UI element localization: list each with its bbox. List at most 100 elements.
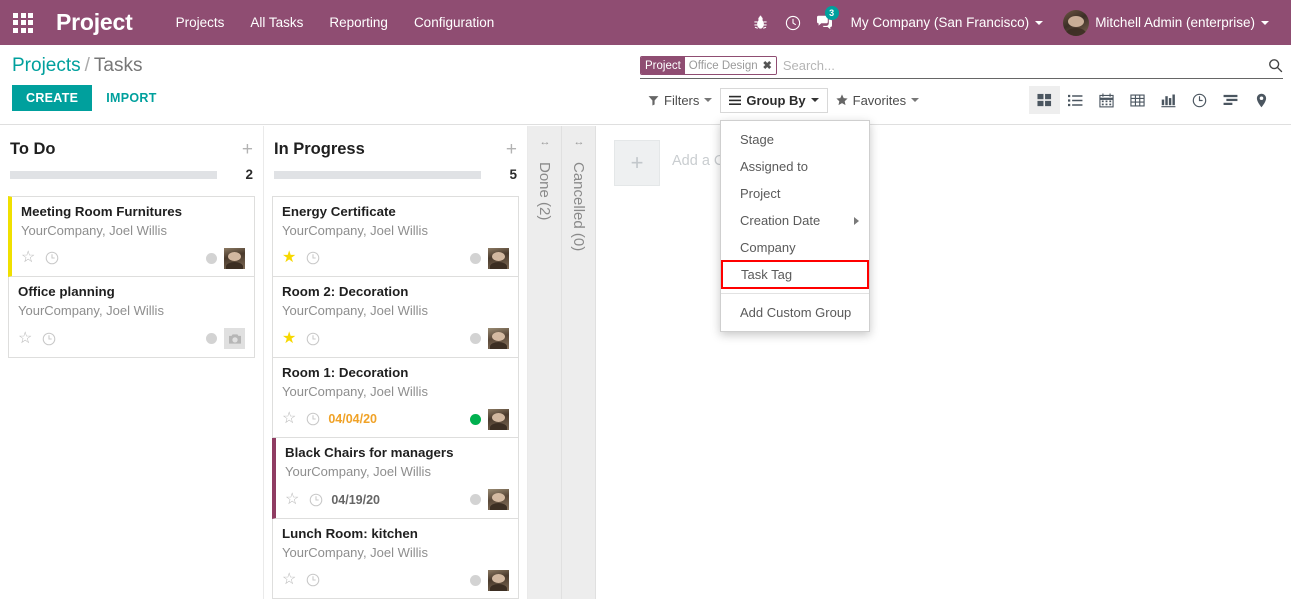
- star-icon[interactable]: ☆: [282, 411, 296, 427]
- calendar-view-button[interactable]: [1091, 86, 1122, 114]
- status-badge[interactable]: [470, 333, 481, 345]
- navbar-right-section: 3 My Company (San Francisco) Mitchell Ad…: [745, 0, 1291, 45]
- kanban-column-progress: 5: [272, 159, 519, 182]
- pivot-view-button[interactable]: [1122, 86, 1153, 114]
- status-badge[interactable]: [470, 574, 481, 586]
- app-brand-title[interactable]: Project: [56, 9, 133, 36]
- graph-view-button[interactable]: [1153, 86, 1184, 114]
- clock-icon[interactable]: [777, 0, 809, 45]
- star-icon[interactable]: ★: [282, 330, 296, 347]
- kanban-card-right: [470, 569, 509, 591]
- kanban-card-right: [470, 408, 509, 430]
- breadcrumb-current: Tasks: [93, 55, 143, 76]
- search-facet-label: Project: [641, 57, 685, 74]
- avatar[interactable]: [488, 328, 509, 350]
- progress-bar[interactable]: [274, 170, 481, 179]
- close-icon[interactable]: ✖: [763, 59, 772, 72]
- status-badge[interactable]: [206, 252, 217, 264]
- kanban-column-cancelled-collapsed[interactable]: ↔ Cancelled (0): [562, 126, 596, 599]
- avatar[interactable]: [488, 247, 509, 269]
- star-icon[interactable]: ★: [282, 250, 296, 266]
- nav-link-all-tasks[interactable]: All Tasks: [237, 0, 316, 45]
- star-icon[interactable]: ☆: [21, 250, 35, 266]
- kanban-card-subtitle: YourCompany, Joel Willis: [285, 464, 431, 480]
- apps-menu-button[interactable]: [0, 0, 46, 45]
- star-icon[interactable]: ☆: [282, 572, 296, 588]
- favorites-menu-button[interactable]: Favorites: [828, 89, 927, 112]
- bug-icon[interactable]: [745, 0, 777, 45]
- kanban-card-footer: ☆ 04/04/20: [282, 407, 509, 431]
- plus-icon[interactable]: +: [242, 140, 253, 159]
- kanban-card-footer: ☆: [21, 246, 245, 270]
- import-button[interactable]: IMPORT: [96, 85, 166, 111]
- user-menu-label: Mitchell Admin (enterprise): [1095, 15, 1255, 30]
- search-bar[interactable]: Project Office Design ✖: [640, 53, 1283, 79]
- nav-link-reporting[interactable]: Reporting: [316, 0, 401, 45]
- expand-handle-icon[interactable]: ↔: [540, 136, 551, 148]
- groupby-option-creation-date[interactable]: Creation Date: [721, 207, 869, 234]
- plus-icon[interactable]: +: [614, 140, 660, 186]
- kanban-view-button[interactable]: [1029, 86, 1060, 114]
- status-badge[interactable]: [470, 494, 481, 506]
- search-facet-value-text: Office Design: [688, 59, 758, 72]
- create-button[interactable]: CREATE: [12, 85, 93, 111]
- groupby-option-assigned-to[interactable]: Assigned to: [721, 153, 869, 180]
- groupby-option-company[interactable]: Company: [721, 234, 869, 261]
- apps-grid-icon: [13, 12, 33, 33]
- nav-link-configuration[interactable]: Configuration: [401, 0, 507, 45]
- image-placeholder-icon[interactable]: [224, 328, 245, 350]
- status-badge[interactable]: [470, 413, 481, 425]
- clock-icon[interactable]: [42, 332, 56, 346]
- clock-icon[interactable]: [309, 493, 323, 507]
- star-icon[interactable]: ☆: [18, 330, 32, 347]
- company-switcher[interactable]: My Company (San Francisco): [841, 0, 1054, 45]
- map-view-button[interactable]: [1246, 86, 1277, 114]
- star-icon[interactable]: ☆: [285, 491, 299, 508]
- avatar[interactable]: [488, 489, 509, 511]
- filters-menu-button[interactable]: Filters: [640, 89, 720, 112]
- clock-icon[interactable]: [306, 412, 320, 426]
- clock-icon[interactable]: [306, 251, 320, 265]
- activity-view-button[interactable]: [1184, 86, 1215, 114]
- groupby-option-task-tag[interactable]: Task Tag: [721, 260, 869, 289]
- kanban-card[interactable]: Energy Certificate YourCompany, Joel Wil…: [272, 196, 519, 278]
- kanban-card[interactable]: Black Chairs for managers YourCompany, J…: [272, 438, 519, 519]
- list-view-button[interactable]: [1060, 86, 1091, 114]
- search-facet-project[interactable]: Project Office Design ✖: [640, 56, 777, 75]
- search-icon[interactable]: [1262, 58, 1283, 73]
- kanban-card[interactable]: Office planning YourCompany, Joel Willis…: [8, 277, 255, 358]
- expand-handle-icon[interactable]: ↔: [574, 136, 585, 148]
- plus-icon[interactable]: +: [506, 140, 517, 159]
- search-input[interactable]: [780, 58, 1262, 73]
- kanban-card[interactable]: Meeting Room Furnitures YourCompany, Joe…: [8, 196, 255, 278]
- breadcrumb-separator: /: [84, 55, 90, 76]
- status-badge[interactable]: [206, 333, 217, 345]
- kanban-card[interactable]: Lunch Room: kitchen YourCompany, Joel Wi…: [272, 518, 519, 599]
- progress-bar[interactable]: [10, 170, 217, 179]
- avatar[interactable]: [488, 408, 509, 430]
- gantt-view-button[interactable]: [1215, 86, 1246, 114]
- chevron-down-icon: [704, 98, 713, 102]
- avatar[interactable]: [224, 247, 245, 269]
- nav-link-projects[interactable]: Projects: [163, 0, 238, 45]
- kanban-card-subtitle: YourCompany, Joel Willis: [282, 544, 428, 560]
- kanban-column-count: 5: [509, 167, 517, 182]
- clock-icon[interactable]: [306, 332, 320, 346]
- clock-icon[interactable]: [306, 573, 320, 587]
- avatar[interactable]: [488, 569, 509, 591]
- add-custom-group-option[interactable]: Add Custom Group: [721, 299, 869, 326]
- status-badge[interactable]: [470, 252, 481, 264]
- messages-icon[interactable]: 3: [809, 0, 841, 45]
- user-menu[interactable]: Mitchell Admin (enterprise): [1053, 0, 1279, 45]
- dropdown-divider: [721, 293, 869, 294]
- groupby-option-project[interactable]: Project: [721, 180, 869, 207]
- breadcrumb-projects[interactable]: Projects: [12, 55, 81, 76]
- kanban-card[interactable]: Room 1: Decoration YourCompany, Joel Wil…: [272, 357, 519, 439]
- groupby-option-label: Stage: [740, 132, 774, 147]
- kanban-card[interactable]: Room 2: Decoration YourCompany, Joel Wil…: [272, 277, 519, 358]
- kanban-column-done-collapsed[interactable]: ↔ Done (2): [528, 126, 562, 599]
- groupby-option-stage[interactable]: Stage: [721, 126, 869, 153]
- clock-icon[interactable]: [45, 251, 59, 265]
- groupby-menu-button[interactable]: Group By: [720, 87, 828, 113]
- kanban-card-date: 04/19/20: [331, 492, 381, 507]
